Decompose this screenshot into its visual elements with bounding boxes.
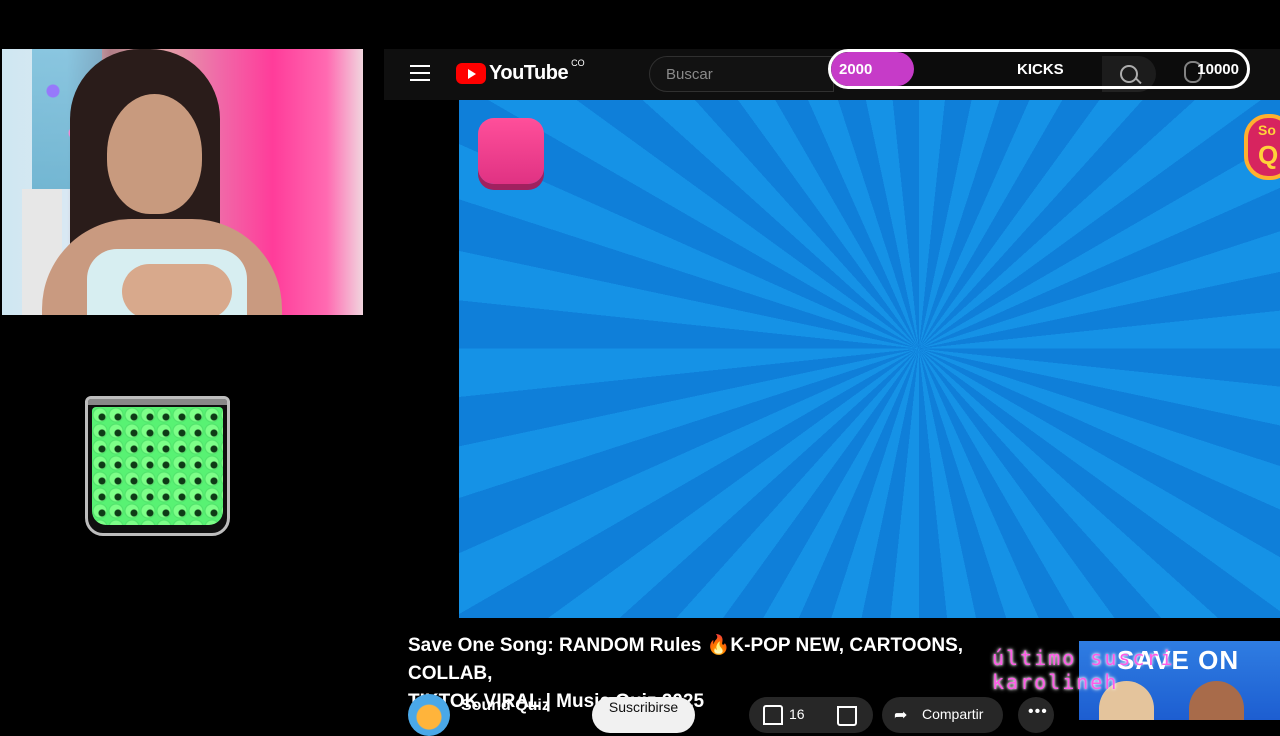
corner-logo-bottom: Q [1258,140,1279,170]
kicks-jar [85,396,230,536]
jar-rim [88,399,227,405]
kicks-goal-bar: 2000 KICKS 10000 [828,49,1250,89]
overlay-line1: último suscri [992,646,1175,670]
streamer-hands [122,264,232,315]
kicks-current: 2000 [839,61,873,78]
more-actions-button[interactable]: ••• [1018,697,1054,733]
subscribe-label: Suscribirse [608,699,679,715]
overlay-line2: karolineh [992,670,1119,694]
like-dislike-group: 16 [749,697,873,733]
channel-avatar[interactable] [408,694,450,736]
thumbs-up-icon[interactable] [763,705,783,725]
kicks-jar-fill [92,407,223,525]
search-placeholder: Buscar [666,66,713,83]
sound-quiz-corner-logo: So Q [1244,114,1280,180]
youtube-logo[interactable]: YouTube CO [456,58,585,85]
share-button[interactable]: ➦ Compartir [882,697,1003,733]
more-actions-icon: ••• [1028,703,1048,720]
webcam-feed [2,49,363,315]
search-input[interactable]: Buscar [649,56,834,92]
video-title-line1: Save One Song: RANDOM Rules 🔥K-POP NEW, … [408,635,964,684]
kicks-goal: 10000 [1197,61,1239,78]
kicks-label: KICKS [1017,61,1064,78]
streamer-face [107,94,202,214]
video-player[interactable]: So Q [459,100,1280,618]
hamburger-menu-icon[interactable] [410,65,430,83]
country-code: CO [571,58,585,68]
share-icon: ➦ [894,707,908,724]
last-subscriber-overlay: último suscri karolineh [992,646,1280,694]
corner-logo-top: So [1258,122,1276,138]
channel-name[interactable]: Sound Quiz [461,697,550,715]
youtube-wordmark: YouTube [489,61,569,84]
subscribe-button[interactable]: Suscribirse [592,697,695,733]
pink-square-graphic [478,118,544,184]
youtube-play-icon [456,62,486,84]
thumbs-down-icon[interactable] [837,706,857,726]
